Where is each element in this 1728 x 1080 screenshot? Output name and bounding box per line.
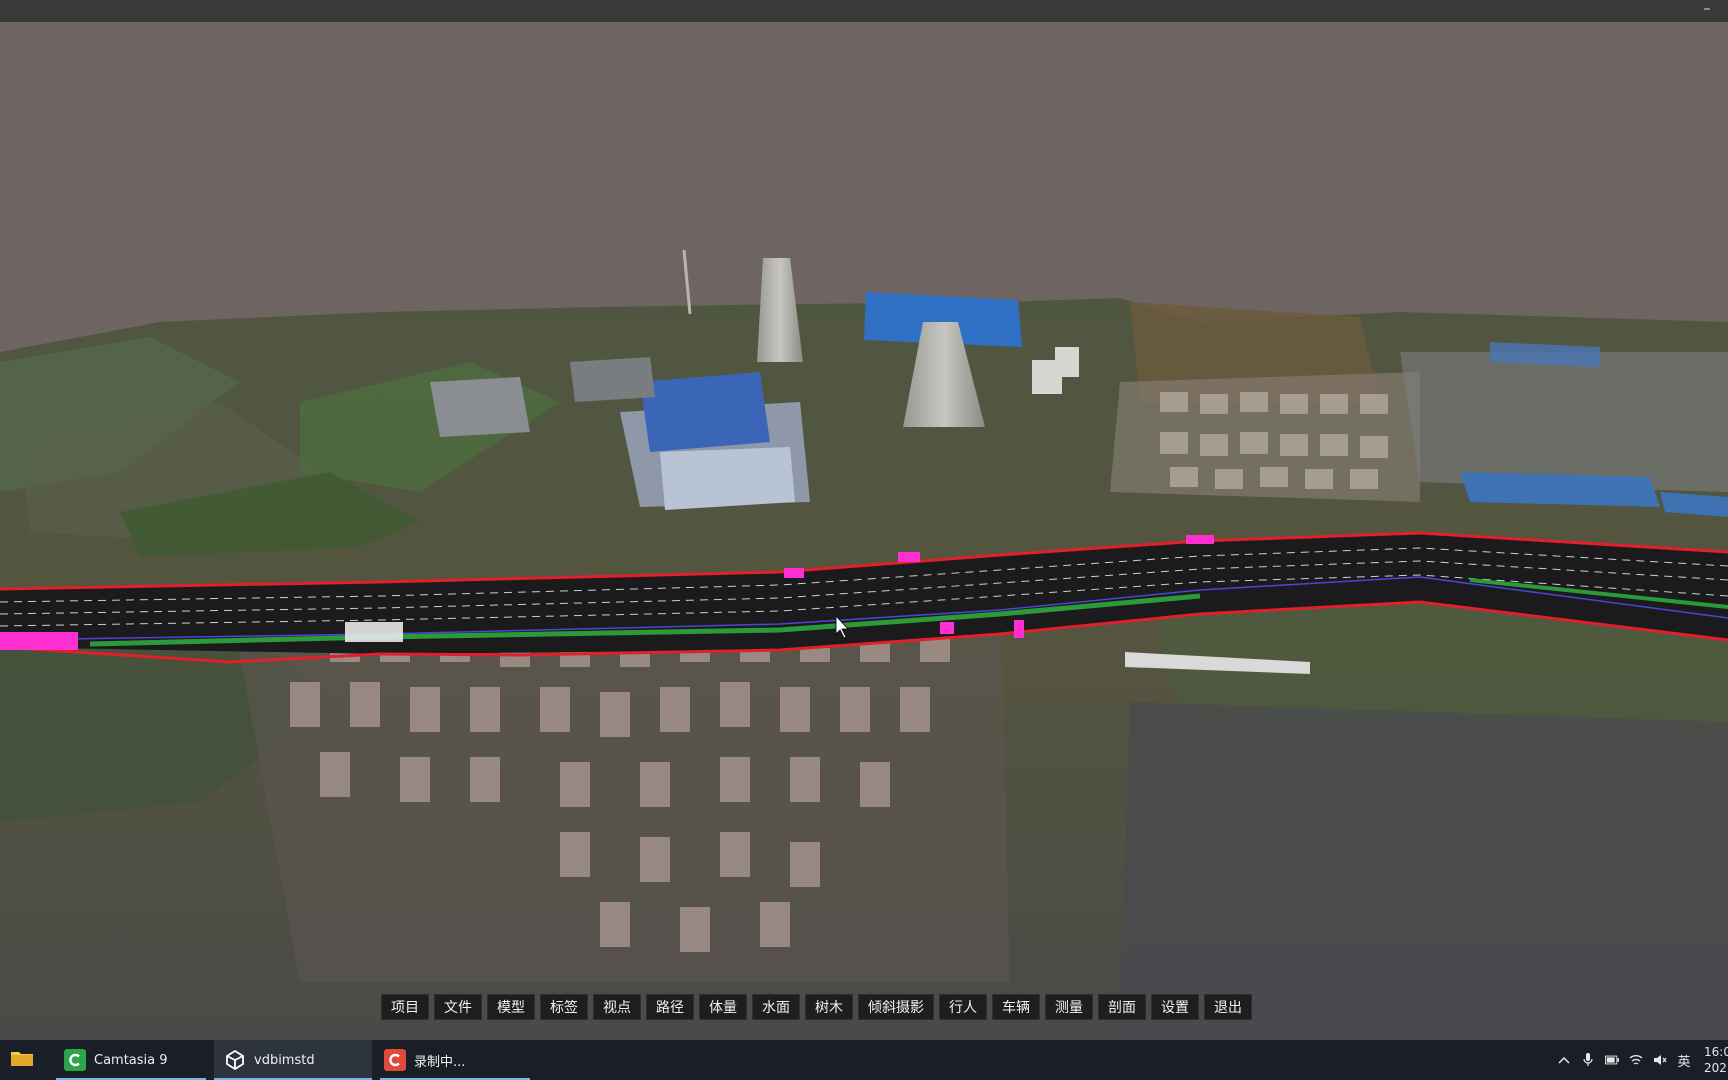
menu-water[interactable]: 水面 [752, 994, 800, 1020]
scene-render [0, 22, 1728, 1040]
3d-viewport[interactable] [0, 22, 1728, 1040]
menu-measure[interactable]: 测量 [1045, 994, 1093, 1020]
taskbar-app-camtasia[interactable]: Camtasia 9 [56, 1040, 206, 1080]
clock-time: 16:0 [1704, 1045, 1728, 1059]
chevron-up-icon[interactable] [1557, 1053, 1571, 1067]
main-toolbar: 项目 文件 模型 标签 视点 路径 体量 水面 树木 倾斜摄影 行人 车辆 测量… [381, 994, 1252, 1020]
menu-pedestrian[interactable]: 行人 [939, 994, 987, 1020]
network-icon[interactable] [1629, 1053, 1643, 1067]
recorder-icon [384, 1049, 406, 1071]
minimize-button[interactable]: – [1700, 0, 1714, 22]
battery-icon[interactable] [1605, 1053, 1619, 1067]
menu-settings[interactable]: 设置 [1151, 994, 1199, 1020]
taskbar-app-label: 录制中... [414, 1054, 466, 1070]
camtasia-icon [64, 1049, 86, 1071]
menu-model[interactable]: 模型 [487, 994, 535, 1020]
menu-label[interactable]: 标签 [540, 994, 588, 1020]
taskbar-app-recorder[interactable]: 录制中... [380, 1040, 530, 1080]
taskbar-app-label: vdbimstd [254, 1052, 315, 1068]
title-bar: – [0, 0, 1728, 22]
taskbar-app-label: Camtasia 9 [94, 1052, 168, 1068]
file-explorer-button[interactable] [10, 1040, 44, 1080]
system-tray: 英 16:0 202 [1552, 1040, 1728, 1080]
menu-vehicle[interactable]: 车辆 [992, 994, 1040, 1020]
taskbar-app-vdbimstd[interactable]: vdbimstd [214, 1040, 372, 1080]
clock-date: 202 [1704, 1061, 1727, 1075]
volume-icon[interactable] [1653, 1053, 1667, 1067]
menu-project[interactable]: 项目 [381, 994, 429, 1020]
folder-icon [10, 1048, 34, 1072]
unity-icon [224, 1049, 246, 1071]
menu-oblique-photography[interactable]: 倾斜摄影 [858, 994, 934, 1020]
menu-trees[interactable]: 树木 [805, 994, 853, 1020]
menu-path[interactable]: 路径 [646, 994, 694, 1020]
menu-viewpoint[interactable]: 视点 [593, 994, 641, 1020]
menu-file[interactable]: 文件 [434, 994, 482, 1020]
menu-section[interactable]: 剖面 [1098, 994, 1146, 1020]
clock[interactable]: 16:0 202 [1704, 1044, 1728, 1076]
microphone-icon[interactable] [1581, 1053, 1595, 1067]
menu-massing[interactable]: 体量 [699, 994, 747, 1020]
ime-indicator[interactable]: 英 [1677, 1053, 1691, 1070]
menu-exit[interactable]: 退出 [1204, 994, 1252, 1020]
taskbar: Camtasia 9 vdbimstd 录制中... 英 16:0 202 [0, 1040, 1728, 1080]
